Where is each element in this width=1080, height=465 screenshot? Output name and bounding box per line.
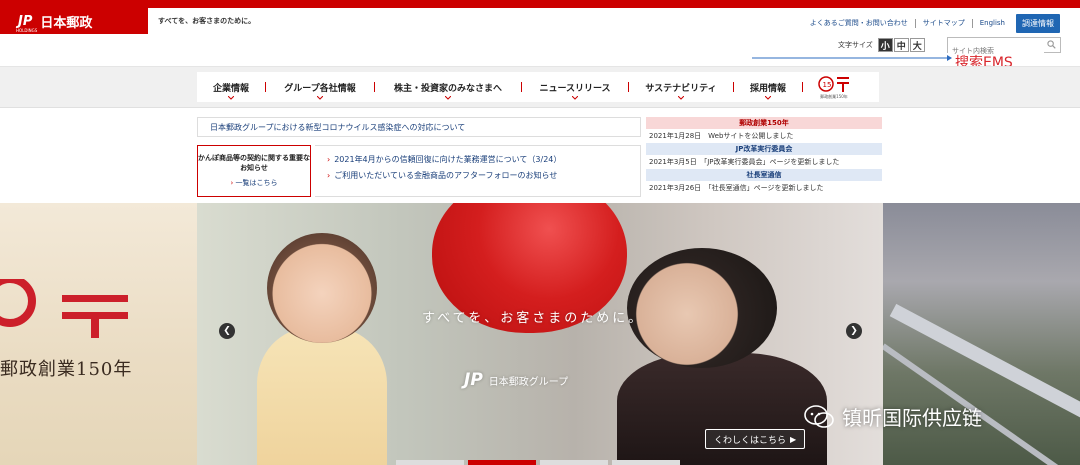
group-logo: JP 日本郵政グループ bbox=[464, 370, 568, 390]
site-logo[interactable]: JP 日本郵政 HOLDINGS bbox=[0, 8, 148, 34]
font-size-switcher: 文字サイズ 小 中 大 bbox=[838, 38, 925, 52]
important-notice-title: かんぽ商品等の契約に関する重要なお知らせ bbox=[198, 154, 310, 172]
notice-link-item[interactable]: › 2021年4月からの信頼回復に向けた業務運営について（3/24） bbox=[327, 154, 640, 165]
nav-item-label: グループ各社情報 bbox=[284, 83, 356, 94]
chevron-right-icon: › bbox=[327, 171, 331, 180]
carousel-prev-button[interactable]: ❮ bbox=[219, 323, 235, 339]
logo-name: 日本郵政 bbox=[40, 15, 93, 31]
update-section-title[interactable]: 社長室通信 bbox=[646, 169, 882, 181]
font-size-small-button[interactable]: 小 bbox=[877, 38, 893, 52]
carousel-indicator[interactable] bbox=[396, 460, 464, 465]
chevron-down-icon bbox=[765, 96, 771, 100]
nav-item-label: ニュースリリース bbox=[539, 83, 611, 94]
nav-item-label: 株主・投資家のみなさまへ bbox=[393, 83, 502, 94]
chevron-down-icon bbox=[228, 96, 234, 100]
notice-links: › 2021年4月からの信頼回復に向けた業務運営について（3/24） › ご利用… bbox=[315, 145, 641, 197]
child-face-image bbox=[267, 233, 377, 343]
group-logo-jp: JP bbox=[464, 370, 483, 390]
update-row[interactable]: 2021年1月28日 Webサイトを公開しました bbox=[646, 129, 882, 143]
play-triangle-icon: ▶ bbox=[790, 434, 797, 444]
procurement-button[interactable]: 調達情報 bbox=[1016, 14, 1060, 33]
nav-item-corporate[interactable]: 企業情報 bbox=[197, 72, 265, 102]
anniversary-caption: 郵政創業150年 bbox=[820, 93, 848, 99]
hero-slogan: すべてを、お客さまのために。 bbox=[422, 311, 645, 326]
group-logo-name: 日本郵政グループ bbox=[488, 376, 569, 388]
update-section-title[interactable]: JP改革実行委員会 bbox=[646, 143, 882, 155]
notice-link-item[interactable]: › ご利用いただいている金融商品のアフターフォローのお知らせ bbox=[327, 170, 640, 181]
site-search bbox=[947, 37, 1061, 58]
annotation-arrow-icon bbox=[752, 55, 952, 61]
logo-jp-mark: JP bbox=[18, 13, 33, 29]
font-size-medium-button[interactable]: 中 bbox=[893, 38, 909, 52]
updates-panel: 郵政創業150年 2021年1月28日 Webサイトを公開しました JP改革実行… bbox=[646, 117, 882, 195]
update-row[interactable]: 2021年3月26日 「社長室通信」ページを更新しました bbox=[646, 181, 882, 195]
notice-link-label: ご利用いただいている金融商品のアフターフォローのお知らせ bbox=[334, 171, 558, 180]
update-section-title[interactable]: 郵政創業150年 bbox=[646, 117, 882, 129]
chevron-right-icon: › bbox=[327, 155, 331, 164]
hero-more-button[interactable]: くわしくはこちら ▶ bbox=[705, 429, 806, 449]
anniversary-mark-icon bbox=[0, 279, 128, 338]
covid-notice-link[interactable]: 日本郵政グループにおける新型コロナウイルス感染症への対応について bbox=[197, 117, 641, 137]
chevron-down-icon bbox=[572, 96, 578, 100]
hero-left-text: 郵政創業150年 bbox=[0, 359, 133, 380]
utility-nav: よくあるご質問・お問い合わせ サイトマップ English 調達情報 bbox=[803, 14, 1060, 33]
global-nav: 企業情報 グループ各社情報 株主・投資家のみなさまへ ニュースリリース サステナ… bbox=[197, 72, 879, 102]
top-red-bar bbox=[0, 0, 1080, 8]
child-image bbox=[257, 328, 387, 465]
utility-link-faq[interactable]: よくあるご質問・お問い合わせ bbox=[803, 19, 916, 28]
utility-link-english[interactable]: English bbox=[973, 19, 1012, 28]
nav-item-investors[interactable]: 株主・投資家のみなさまへ bbox=[375, 72, 521, 102]
tagline: すべてを、お客さまのために。 bbox=[158, 17, 256, 25]
hero-slide-main[interactable]: すべてを、お客さまのために。 JP 日本郵政グループ くわしくはこちら ▶ bbox=[197, 203, 883, 465]
wechat-icon bbox=[804, 404, 834, 428]
watermark: 镇昕国际供应链 bbox=[804, 402, 982, 431]
hero-slide-left[interactable]: 郵政創業150年 bbox=[0, 203, 197, 465]
chevron-right-icon: › bbox=[230, 179, 234, 187]
chevron-down-icon bbox=[317, 96, 323, 100]
nav-divider bbox=[802, 82, 803, 92]
search-icon[interactable] bbox=[1047, 40, 1056, 49]
nav-item-news[interactable]: ニュースリリース bbox=[522, 72, 628, 102]
watermark-text: 镇昕国际供应链 bbox=[842, 406, 982, 430]
hero-more-label: くわしくはこちら bbox=[714, 435, 787, 446]
chevron-down-icon bbox=[678, 96, 684, 100]
carousel-indicator-active[interactable] bbox=[468, 460, 536, 465]
postal-mark-icon: 15 bbox=[818, 75, 849, 92]
utility-link-sitemap[interactable]: サイトマップ bbox=[916, 19, 973, 28]
font-size-label: 文字サイズ bbox=[838, 41, 873, 49]
important-notice-box[interactable]: かんぽ商品等の契約に関する重要なお知らせ › 一覧はこちら bbox=[197, 145, 311, 197]
nav-item-label: サステナビリティ bbox=[645, 83, 717, 94]
nav-item-recruit[interactable]: 採用情報 bbox=[734, 72, 802, 102]
carousel-next-button[interactable]: ❯ bbox=[846, 323, 862, 339]
nav-item-label: 企業情報 bbox=[212, 83, 249, 94]
carousel-indicator[interactable] bbox=[540, 460, 608, 465]
carousel-indicators bbox=[396, 460, 686, 465]
chevron-down-icon bbox=[445, 96, 451, 100]
logo-holdings-caption: HOLDINGS bbox=[16, 28, 38, 33]
font-size-large-button[interactable]: 大 bbox=[909, 38, 925, 52]
update-row[interactable]: 2021年3月5日 「JP改革実行委員会」ページを更新しました bbox=[646, 155, 882, 169]
woman-face-image bbox=[627, 248, 777, 368]
nav-item-sustainability[interactable]: サステナビリティ bbox=[629, 72, 733, 102]
important-notice-more[interactable]: › 一覧はこちら bbox=[198, 178, 310, 188]
svg-text:15: 15 bbox=[823, 81, 832, 89]
nav-item-group-companies[interactable]: グループ各社情報 bbox=[266, 72, 374, 102]
notice-link-label: 2021年4月からの信頼回復に向けた業務運営について（3/24） bbox=[334, 155, 562, 164]
nav-item-label: 採用情報 bbox=[749, 83, 786, 94]
important-notice-more-label: 一覧はこちら bbox=[235, 179, 278, 187]
carousel-indicator[interactable] bbox=[612, 460, 680, 465]
anniversary-logo[interactable]: 15 郵政創業150年 bbox=[817, 75, 851, 100]
